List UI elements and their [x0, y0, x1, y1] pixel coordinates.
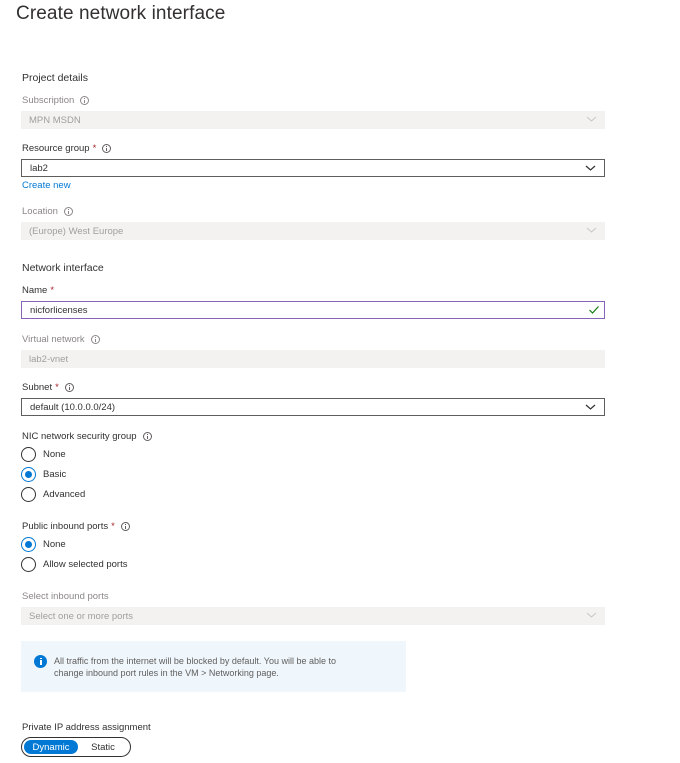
nsg-radio-none[interactable]: None	[21, 446, 66, 462]
subscription-label: Subscription	[22, 95, 90, 106]
nsg-option-basic-label: Basic	[43, 468, 67, 480]
subscription-label-text: Subscription	[22, 95, 75, 106]
subscription-dropdown: MPN MSDN	[21, 111, 605, 129]
virtual-network-label-text: Virtual network	[22, 334, 85, 345]
chevron-down-icon	[586, 116, 597, 122]
select-ports-placeholder: Select one or more ports	[29, 610, 134, 622]
info-icon[interactable]	[63, 207, 73, 216]
info-icon[interactable]	[102, 144, 112, 153]
required-asterisk: *	[50, 285, 55, 296]
public-ports-option-allow-label: Allow selected ports	[43, 558, 128, 570]
chevron-down-icon	[585, 404, 596, 410]
info-icon[interactable]	[120, 522, 130, 531]
virtual-network-label: Virtual network	[22, 334, 100, 345]
resource-group-dropdown[interactable]: lab2	[21, 159, 605, 177]
public-ports-radio-allow[interactable]: Allow selected ports	[21, 556, 127, 572]
name-label-text: Name	[22, 285, 48, 296]
resource-group-label-text: Resource group	[22, 143, 90, 154]
radio-button[interactable]	[21, 446, 36, 462]
chevron-down-icon	[586, 612, 597, 618]
subnet-value: default (10.0.0.0/24)	[30, 401, 116, 413]
toggle-option-dynamic[interactable]: Dynamic	[24, 740, 78, 754]
nsg-radio-advanced[interactable]: Advanced	[21, 486, 85, 502]
info-icon[interactable]	[90, 335, 100, 344]
create-new-link[interactable]: Create new	[22, 180, 71, 191]
checkmark-icon	[589, 306, 599, 314]
location-label-text: Location	[22, 206, 58, 217]
select-ports-label: Select inbound ports	[22, 591, 109, 602]
required-asterisk: *	[92, 143, 97, 154]
select-ports-dropdown: Select one or more ports	[21, 607, 605, 625]
required-asterisk: *	[55, 382, 59, 393]
nsg-label-text: NIC network security group	[22, 431, 137, 442]
section-heading-project-details: Project details	[22, 72, 88, 84]
location-value: (Europe) West Europe	[29, 225, 124, 237]
radio-button-selected[interactable]	[21, 536, 36, 552]
info-icon	[34, 655, 47, 668]
radio-button-selected[interactable]	[21, 466, 36, 482]
info-icon[interactable]	[142, 432, 152, 441]
resource-group-value: lab2	[30, 162, 48, 174]
radio-button[interactable]	[21, 486, 36, 502]
public-ports-option-none-label: None	[43, 538, 66, 550]
info-icon[interactable]	[64, 383, 74, 392]
public-ports-radio-none[interactable]: None	[21, 536, 66, 552]
private-ip-toggle[interactable]: Dynamic Static	[21, 737, 131, 757]
resource-group-label: Resource group *	[22, 143, 112, 154]
subnet-dropdown[interactable]: default (10.0.0.0/24)	[21, 398, 605, 416]
subnet-label: Subnet *	[22, 382, 74, 393]
info-message-line-2: change inbound port rules in the VM > Ne…	[54, 668, 279, 678]
radio-button[interactable]	[21, 556, 36, 572]
page-title: Create network interface	[16, 3, 226, 24]
virtual-network-field: lab2-vnet	[21, 350, 605, 368]
private-ip-label: Private IP address assignment	[22, 722, 151, 733]
name-label: Name *	[22, 285, 54, 296]
info-message-line-1: All traffic from the internet will be bl…	[54, 656, 336, 666]
virtual-network-value: lab2-vnet	[29, 353, 69, 365]
chevron-down-icon	[586, 227, 597, 233]
subnet-label-text: Subnet	[22, 382, 53, 393]
name-input[interactable]: nicforlicenses	[21, 301, 605, 319]
info-message-box: All traffic from the internet will be bl…	[21, 641, 406, 692]
nsg-label: NIC network security group	[22, 431, 152, 442]
toggle-option-static[interactable]: Static	[78, 740, 128, 754]
nsg-option-none-label: None	[43, 448, 66, 460]
info-icon[interactable]	[80, 96, 90, 105]
location-label: Location	[22, 206, 73, 217]
required-asterisk: *	[111, 521, 115, 532]
section-heading-network-interface: Network interface	[22, 262, 104, 274]
public-ports-label-text: Public inbound ports	[22, 521, 109, 532]
location-dropdown: (Europe) West Europe	[21, 222, 605, 240]
nsg-radio-basic[interactable]: Basic	[21, 466, 66, 482]
subscription-value: MPN MSDN	[29, 114, 81, 126]
public-ports-label: Public inbound ports *	[22, 521, 130, 532]
chevron-down-icon	[585, 165, 596, 171]
nsg-option-advanced-label: Advanced	[43, 488, 86, 500]
name-input-value: nicforlicenses	[30, 304, 88, 316]
